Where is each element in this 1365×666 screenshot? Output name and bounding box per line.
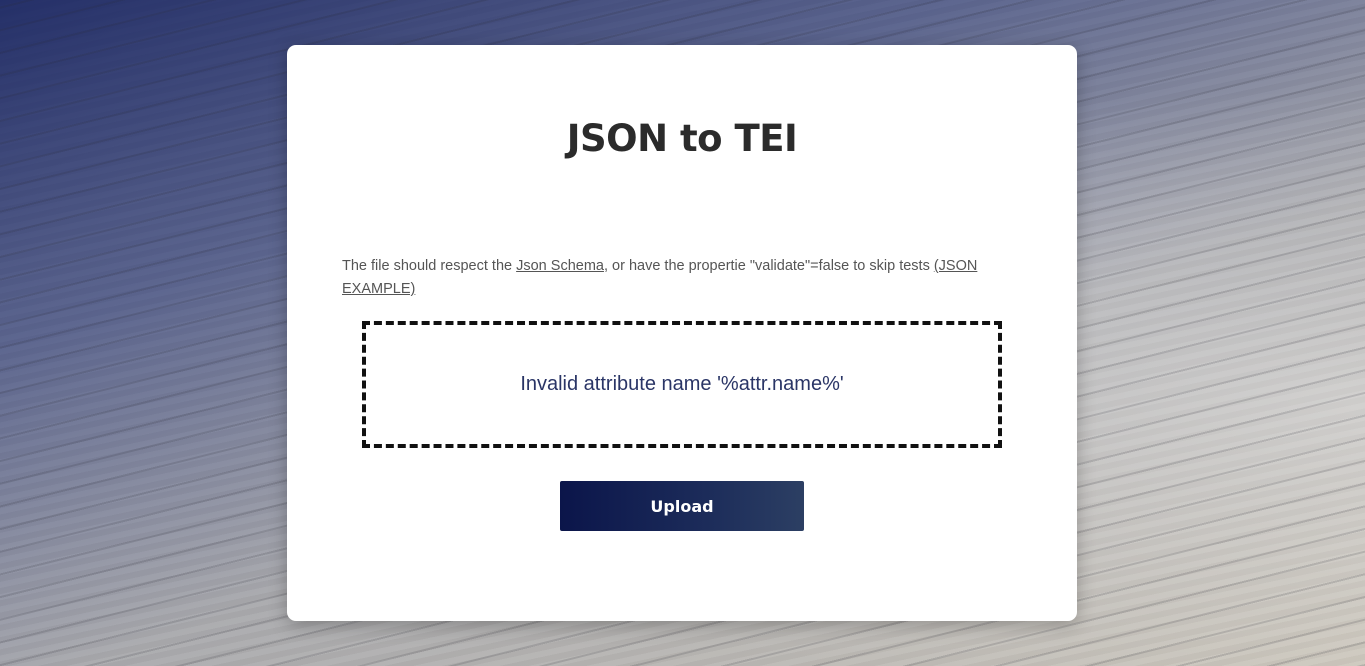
dropzone-error-message: Invalid attribute name '%attr.name%' xyxy=(520,373,844,395)
schema-info-text: The file should respect the Json Schema,… xyxy=(342,255,1017,301)
info-text-before: The file should respect the xyxy=(342,258,517,274)
upload-button[interactable]: Upload xyxy=(560,481,804,531)
json-schema-link[interactable]: Json Schema xyxy=(516,258,604,274)
info-text-middle: , or have the propertie "validate"=false… xyxy=(603,258,934,274)
file-dropzone[interactable]: Invalid attribute name '%attr.name%' xyxy=(362,321,1002,448)
main-card: JSON to TEI The file should respect the … xyxy=(287,45,1077,621)
page-title: JSON to TEI xyxy=(566,117,798,160)
